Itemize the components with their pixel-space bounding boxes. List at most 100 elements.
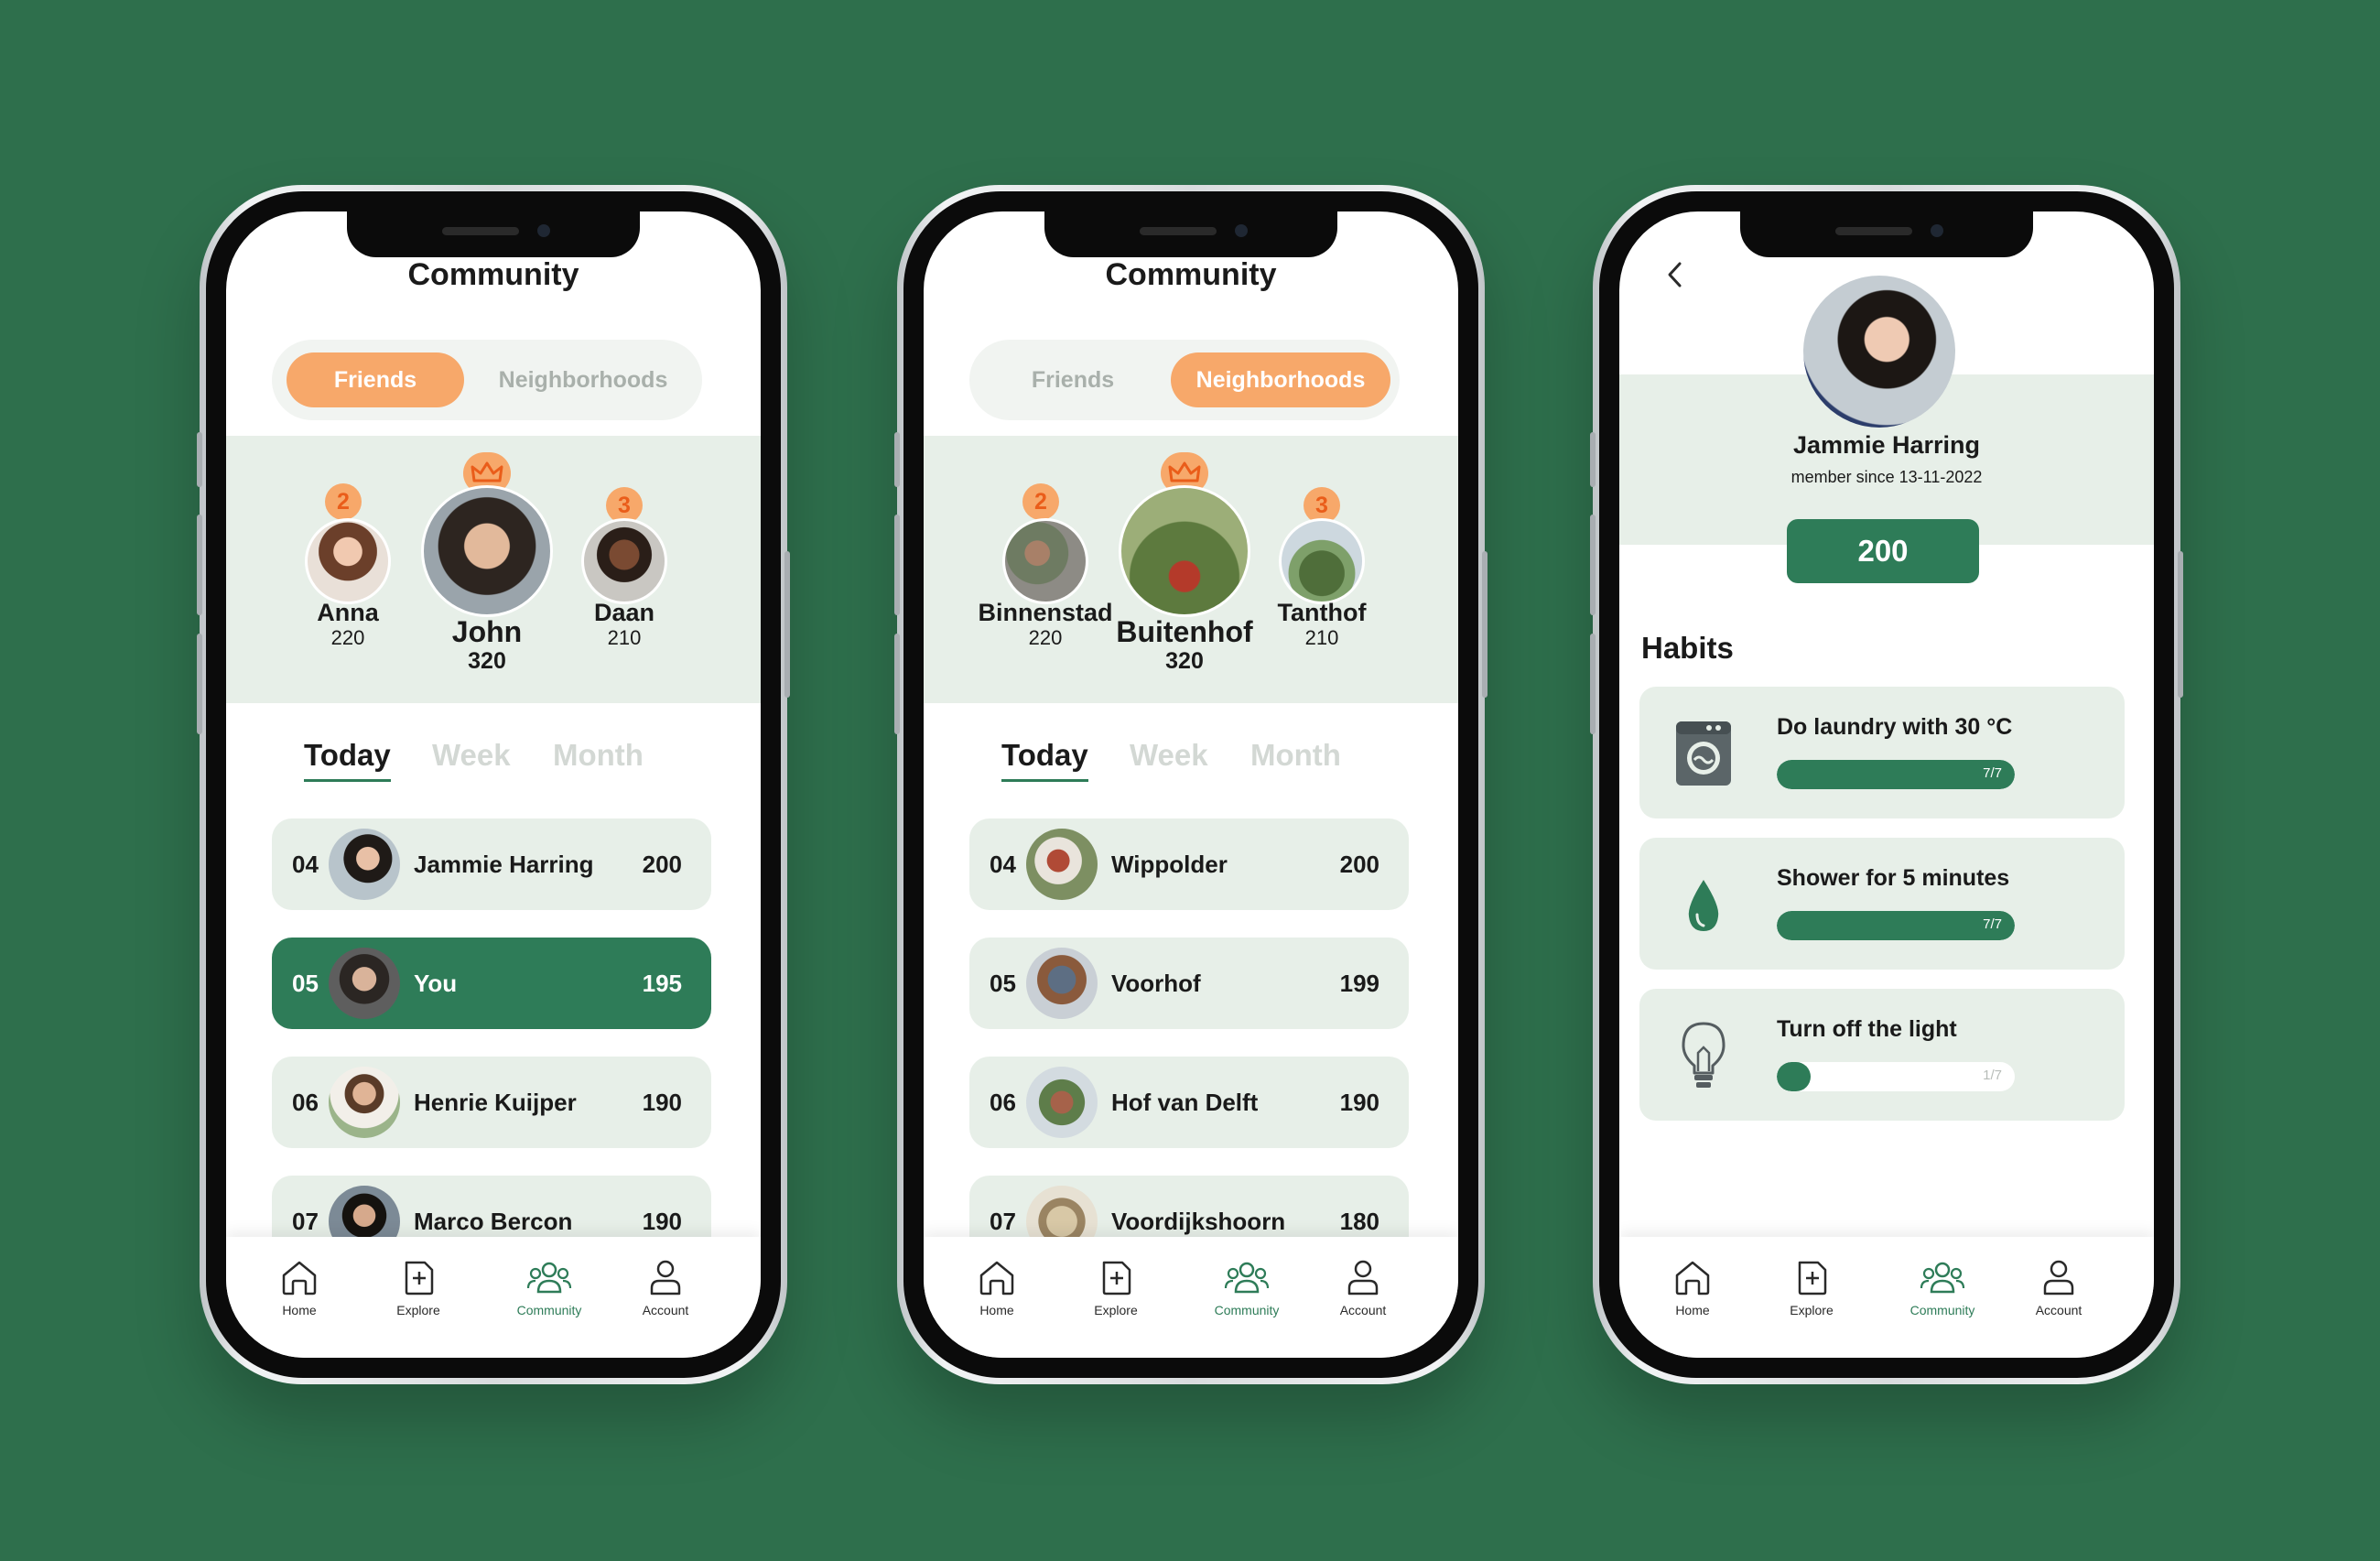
account-icon (2043, 1260, 2074, 1295)
leaderboard-row[interactable]: 06 Hof van Delft 190 (969, 1057, 1409, 1148)
nav-home[interactable]: Home (1638, 1257, 1747, 1317)
nav-label: Explore (1094, 1303, 1138, 1317)
row-rank: 06 (990, 1089, 1016, 1116)
podium-name: Daan (593, 599, 655, 626)
nav-label: Community (1214, 1303, 1280, 1317)
nav-label: Home (1675, 1303, 1710, 1317)
podium-score: 210 (607, 626, 642, 649)
podium: 2 Binnenstad 220 Buitenhof 320 3 Tanthof… (924, 436, 1458, 703)
nav-account[interactable]: Account (1308, 1257, 1418, 1317)
member-since: member since 13-11-2022 (1790, 468, 1983, 486)
nav-account[interactable]: Account (611, 1257, 720, 1317)
habit-card[interactable]: Turn off the light 1/7 (1639, 989, 2125, 1121)
chevron-left-icon[interactable] (1661, 259, 1689, 290)
nav-community[interactable]: Community (494, 1257, 604, 1317)
bottom-nav: Home Explore Community Account (1619, 1237, 2154, 1358)
profile-avatar (1803, 276, 1955, 428)
leaderboard-row[interactable]: 05 Voorhof 199 (969, 938, 1409, 1029)
habit-card[interactable]: Do laundry with 30 °C 7/7 (1639, 687, 2125, 818)
tab-neighborhoods[interactable]: Neighborhoods (1171, 352, 1390, 407)
nav-label: Account (2035, 1303, 2082, 1317)
row-name: Henrie Kuijper (414, 1089, 577, 1116)
nav-home[interactable]: Home (942, 1257, 1052, 1317)
nav-explore[interactable]: Explore (363, 1257, 473, 1317)
nav-label: Account (1339, 1303, 1387, 1317)
nav-label: Home (979, 1303, 1014, 1317)
bottom-nav: Home Explore Community Account (226, 1237, 761, 1358)
neighborhood-photo (1119, 485, 1250, 617)
row-rank: 04 (990, 851, 1016, 878)
neighborhood-photo (1026, 948, 1098, 1019)
profile-name: Jammie Harring (1792, 431, 1981, 459)
phone-friends: Community Friends Neighborhoods 2 Anna 2… (197, 185, 790, 1384)
tab-today[interactable]: Today (304, 738, 391, 782)
tab-neighborhoods[interactable]: Neighborhoods (473, 352, 693, 407)
tab-friends[interactable]: Friends (984, 352, 1162, 407)
row-name: You (414, 970, 458, 997)
nav-community[interactable]: Community (1192, 1257, 1302, 1317)
nav-community[interactable]: Community (1888, 1257, 1997, 1317)
tab-friends[interactable]: Friends (287, 352, 464, 407)
podium-score: 320 (468, 648, 506, 674)
row-rank: 05 (990, 970, 1016, 997)
score-badge: 200 (1787, 519, 1979, 583)
neighborhood-photo (1002, 518, 1088, 604)
habit-progress-bar: 1/7 (1777, 1062, 2015, 1091)
row-name: Hof van Delft (1111, 1089, 1259, 1116)
nav-explore[interactable]: Explore (1757, 1257, 1866, 1317)
progress-count: 1/7 (1983, 1068, 2002, 1083)
leaderboard-row[interactable]: 04 Jammie Harring 200 (272, 818, 711, 910)
row-points: 180 (1339, 1208, 1379, 1235)
avatar (421, 485, 553, 617)
progress-fill (1777, 760, 2015, 789)
habit-progress-bar: 7/7 (1777, 760, 2015, 789)
row-name: Voorhof (1111, 970, 1201, 997)
progress-fill (1777, 911, 2015, 940)
nav-account[interactable]: Account (2004, 1257, 2114, 1317)
progress-fill (1777, 1062, 1812, 1091)
nav-explore[interactable]: Explore (1061, 1257, 1171, 1317)
profile-screen: Jammie Harring member since 13-11-2022 2… (1619, 211, 2154, 1358)
home-icon (282, 1261, 317, 1295)
avatar (329, 1067, 400, 1138)
tab-month[interactable]: Month (553, 738, 644, 773)
podium-score: 320 (1165, 648, 1204, 674)
rank-badge: 2 (325, 483, 362, 520)
progress-count: 7/7 (1983, 765, 2002, 781)
habit-title: Shower for 5 minutes (1777, 865, 2010, 891)
phone-neighborhoods: Community Friends Neighborhoods 2 Binnen… (894, 185, 1488, 1384)
home-icon (1675, 1261, 1710, 1295)
community-screen: Community Friends Neighborhoods 2 Binnen… (924, 211, 1458, 1358)
row-points: 195 (642, 970, 682, 997)
avatar (329, 829, 400, 900)
leaderboard-row[interactable]: 04 Wippolder 200 (969, 818, 1409, 910)
nav-label: Home (282, 1303, 317, 1317)
page-title: Community (407, 257, 579, 292)
row-name: Marco Bercon (414, 1208, 573, 1235)
tab-week[interactable]: Week (432, 738, 511, 773)
tab-week[interactable]: Week (1130, 738, 1208, 773)
habit-card[interactable]: Shower for 5 minutes 7/7 (1639, 838, 2125, 970)
rank-badge: 2 (1022, 483, 1059, 520)
page-title: Community (1105, 257, 1277, 292)
nav-home[interactable]: Home (244, 1257, 354, 1317)
habit-progress-bar: 7/7 (1777, 911, 2015, 940)
water-drop-icon (1688, 880, 1719, 931)
tab-today[interactable]: Today (1001, 738, 1088, 782)
leaderboard-row-you[interactable]: 05 You 195 (272, 938, 711, 1029)
row-points: 190 (642, 1208, 682, 1235)
account-icon (1347, 1260, 1379, 1295)
community-screen: Community Friends Neighborhoods 2 Anna 2… (226, 211, 761, 1358)
row-name: Wippolder (1111, 851, 1228, 878)
avatar (305, 518, 391, 604)
community-icon (526, 1262, 572, 1294)
light-bulb-icon (1682, 1022, 1726, 1088)
tab-month[interactable]: Month (1250, 738, 1341, 773)
neighborhood-photo (1026, 829, 1098, 900)
explore-icon (405, 1261, 434, 1295)
avatar (329, 948, 400, 1019)
nav-label: Explore (396, 1303, 440, 1317)
bottom-nav: Home Explore Community Account (924, 1237, 1458, 1358)
leaderboard-row[interactable]: 06 Henrie Kuijper 190 (272, 1057, 711, 1148)
row-name: Voordijkshoorn (1111, 1208, 1286, 1235)
